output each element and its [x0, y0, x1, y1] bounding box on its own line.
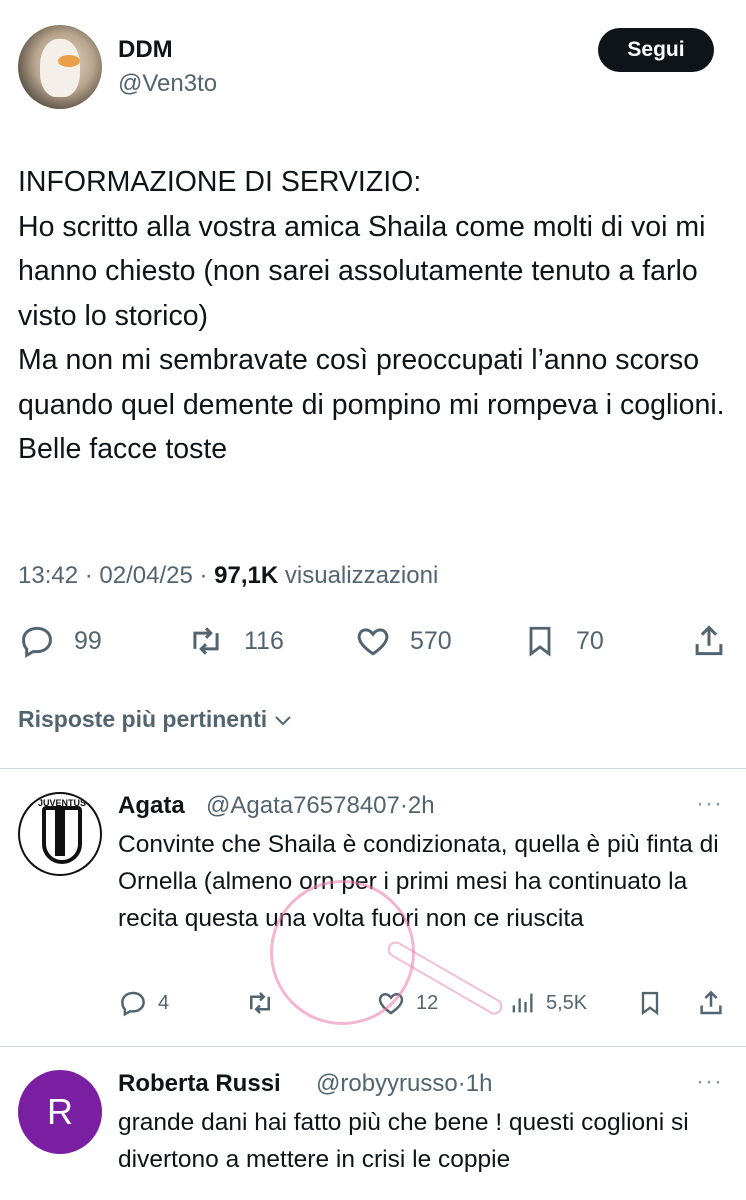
sort-label: Risposte più pertinenti — [18, 706, 268, 732]
reply-icon — [121, 991, 145, 1017]
reply-time: 2h — [407, 792, 435, 819]
reply-author-name[interactable]: Roberta Russi — [118, 1070, 281, 1098]
reply-author-handle[interactable]: @Agata76578407·2h — [206, 792, 435, 820]
like-button[interactable]: 570 — [354, 622, 452, 660]
divider — [0, 768, 746, 769]
author-handle[interactable]: @Ven3to — [118, 70, 217, 98]
meta-separator: · — [199, 562, 208, 589]
views-count: 5,5K — [546, 991, 588, 1014]
share-button[interactable] — [690, 622, 728, 660]
follow-button[interactable]: Segui — [598, 28, 714, 72]
avatar-letter: R — [47, 1091, 73, 1132]
author-name[interactable]: DDM — [118, 36, 173, 64]
club-logo-j — [55, 806, 65, 856]
bookmark-count: 70 — [576, 626, 604, 655]
divider — [0, 1046, 746, 1047]
separator: · — [399, 792, 408, 819]
reply-text: Convinte che Shaila è condizionata, quel… — [118, 831, 719, 932]
author-avatar[interactable] — [18, 25, 102, 109]
views-count: 97,1K — [214, 562, 279, 589]
share-icon — [700, 990, 722, 1015]
repost-icon — [250, 992, 270, 1014]
post-meta: 13:42 · 02/04/25 · 97,1K visualizzazioni — [18, 562, 438, 590]
reply-repost-button[interactable] — [244, 988, 276, 1018]
sort-replies-selector[interactable]: Risposte più pertinenti — [18, 706, 295, 733]
post-date[interactable]: 02/04/25 — [99, 562, 192, 589]
bookmark-icon — [641, 991, 659, 1016]
reply-author-name[interactable]: Agata — [118, 792, 185, 820]
reply-text: grande dani hai fatto più che bene ! que… — [118, 1109, 689, 1173]
reply-icon — [22, 626, 52, 658]
post-time[interactable]: 13:42 — [18, 562, 78, 589]
repost-count: 116 — [244, 626, 284, 655]
views-icon — [512, 993, 533, 1013]
reply-bookmark-button[interactable] — [636, 988, 664, 1018]
chevron-down-icon — [275, 715, 291, 725]
repost-icon — [193, 627, 219, 655]
like-count: 12 — [416, 991, 439, 1014]
reply-count: 99 — [74, 626, 102, 655]
goose-figure — [40, 39, 80, 97]
reply-author-handle[interactable]: @robyyrusso·1h — [316, 1070, 492, 1098]
bookmark-button[interactable]: 70 — [522, 622, 604, 660]
like-count: 570 — [410, 626, 452, 655]
bookmark-icon — [529, 626, 551, 657]
share-icon — [695, 625, 723, 656]
reply-avatar[interactable]: JUVENTUS — [18, 792, 102, 876]
reply-views-button[interactable]: 5,5K — [508, 988, 587, 1018]
goose-beak — [58, 55, 80, 67]
like-icon — [357, 628, 389, 656]
reply-time: 1h — [465, 1070, 493, 1097]
separator: · — [457, 1070, 466, 1097]
post-text: INFORMAZIONE DI SERVIZIO: Ho scritto all… — [18, 166, 725, 465]
reply-avatar[interactable]: R — [18, 1070, 102, 1154]
reply-count: 4 — [158, 991, 170, 1014]
handle-text: @robyyrusso — [316, 1070, 458, 1097]
repost-button[interactable]: 116 — [186, 622, 284, 660]
meta-separator: · — [84, 562, 93, 589]
reply-share-button[interactable] — [696, 988, 726, 1018]
reply-reply-button[interactable]: 4 — [118, 988, 169, 1018]
more-options-button[interactable]: ··· — [696, 790, 723, 818]
more-options-button[interactable]: ··· — [696, 1068, 723, 1096]
reply-button[interactable]: 99 — [18, 622, 102, 660]
handle-text: @Agata76578407 — [206, 792, 400, 819]
views-label: visualizzazioni — [284, 562, 439, 589]
